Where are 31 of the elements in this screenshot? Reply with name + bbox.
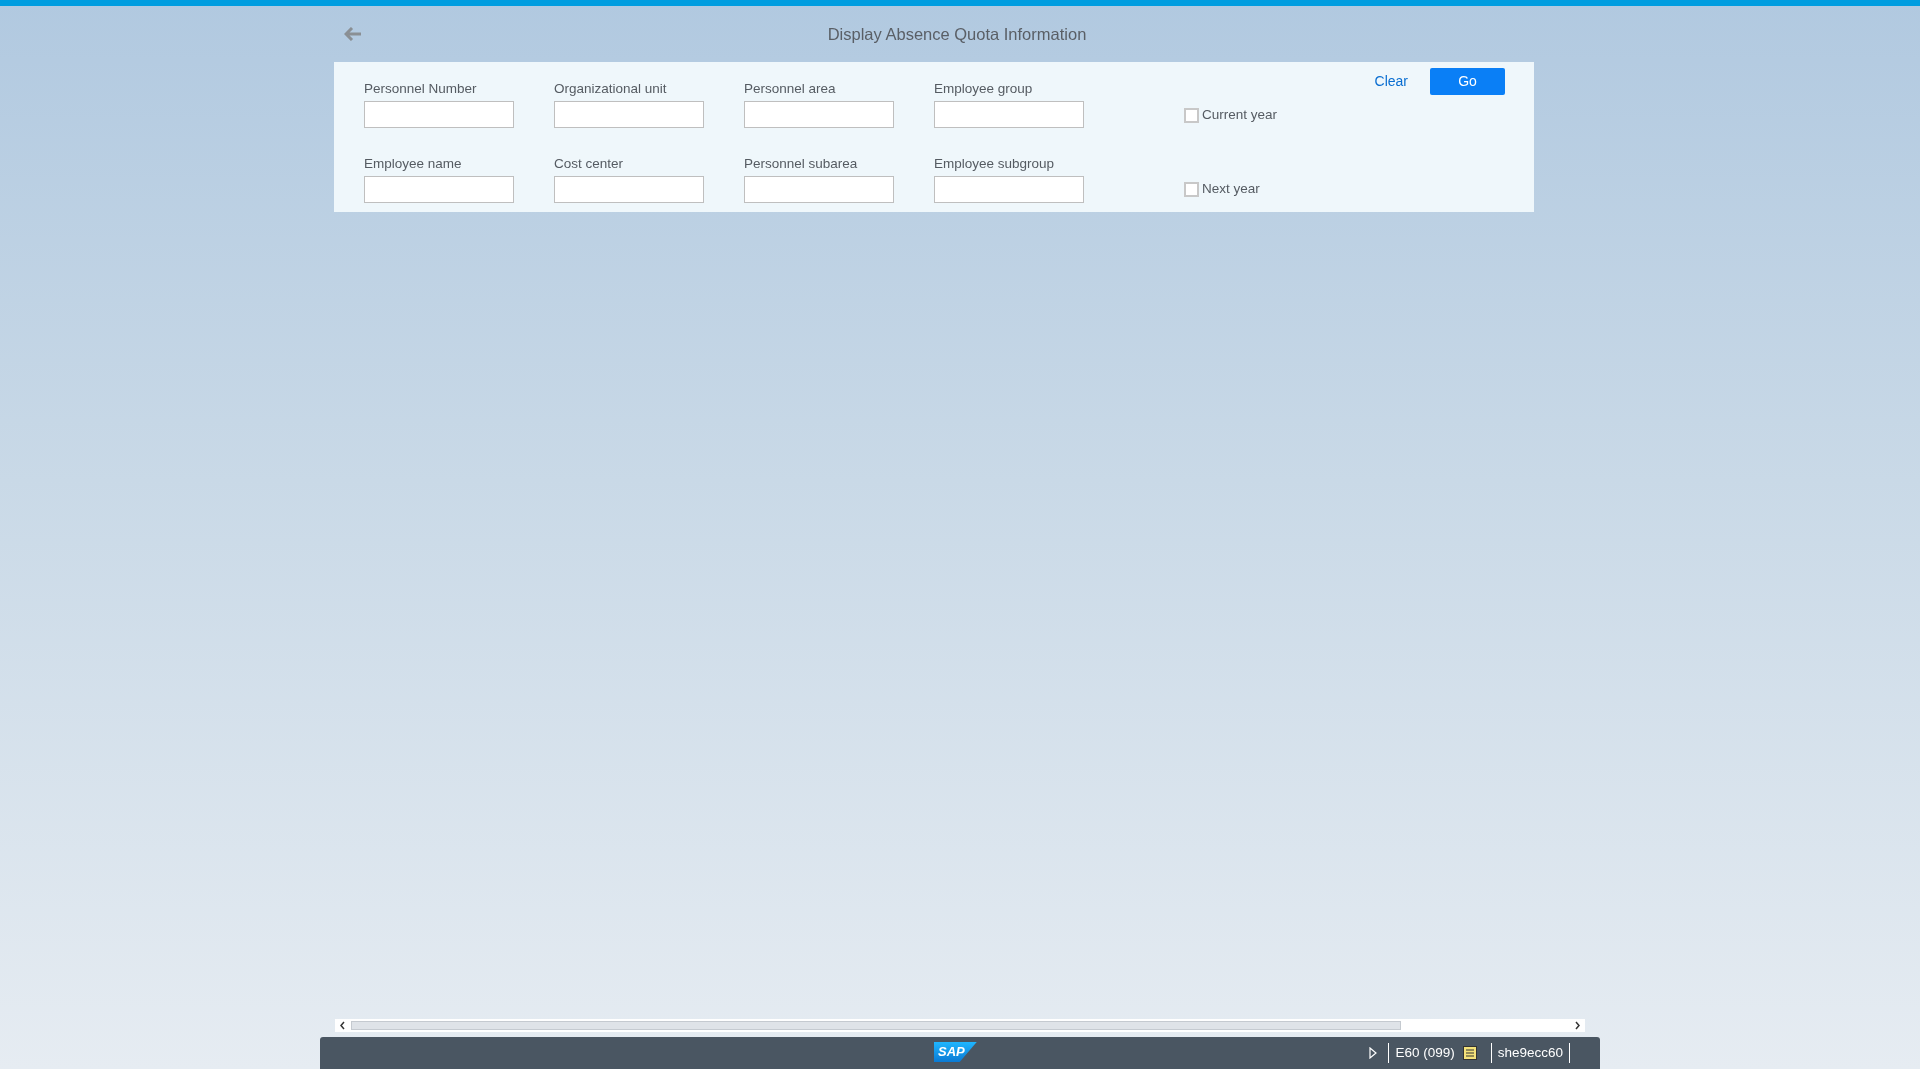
checkbox[interactable] — [1184, 107, 1199, 123]
expand-triangle-icon[interactable] — [1368, 1047, 1379, 1059]
server-name: she9ecc60 — [1497, 1043, 1563, 1062]
checkbox-label: Current year — [1202, 105, 1278, 124]
input-field[interactable] — [934, 175, 1084, 203]
field-label: Personnel subarea — [744, 154, 859, 172]
input-field[interactable] — [554, 101, 704, 128]
input-field[interactable] — [744, 175, 894, 203]
field-label: Cost center — [554, 154, 625, 172]
back-arrow-icon — [344, 27, 362, 41]
field-label: Personnel Number — [364, 80, 478, 97]
checkbox-label: Next year — [1202, 179, 1260, 198]
page-title: Display Absence Quota Information — [827, 23, 1087, 45]
go-button[interactable]: Go — [1430, 68, 1505, 95]
field-label: Organizational unit — [554, 80, 668, 97]
input-field[interactable] — [364, 101, 514, 128]
input-field[interactable] — [554, 175, 704, 203]
sap-logo: SAP — [934, 1042, 977, 1062]
input-field[interactable] — [364, 175, 514, 203]
field-label: Employee name — [364, 154, 463, 172]
document-icon[interactable] — [1462, 1046, 1477, 1060]
input-field[interactable] — [934, 101, 1084, 128]
field-label: Employee group — [934, 80, 1034, 97]
system-info: E60 (099) — [1395, 1043, 1455, 1062]
checkbox[interactable] — [1184, 181, 1199, 197]
field-label: Personnel area — [744, 80, 837, 97]
clear-link[interactable]: Clear — [1374, 71, 1408, 92]
input-field[interactable] — [744, 101, 894, 128]
horizontal-scrollbar[interactable] — [335, 1019, 1585, 1032]
field-label: Employee subgroup — [934, 154, 1056, 172]
scrollbar-thumb[interactable] — [351, 1021, 1401, 1030]
